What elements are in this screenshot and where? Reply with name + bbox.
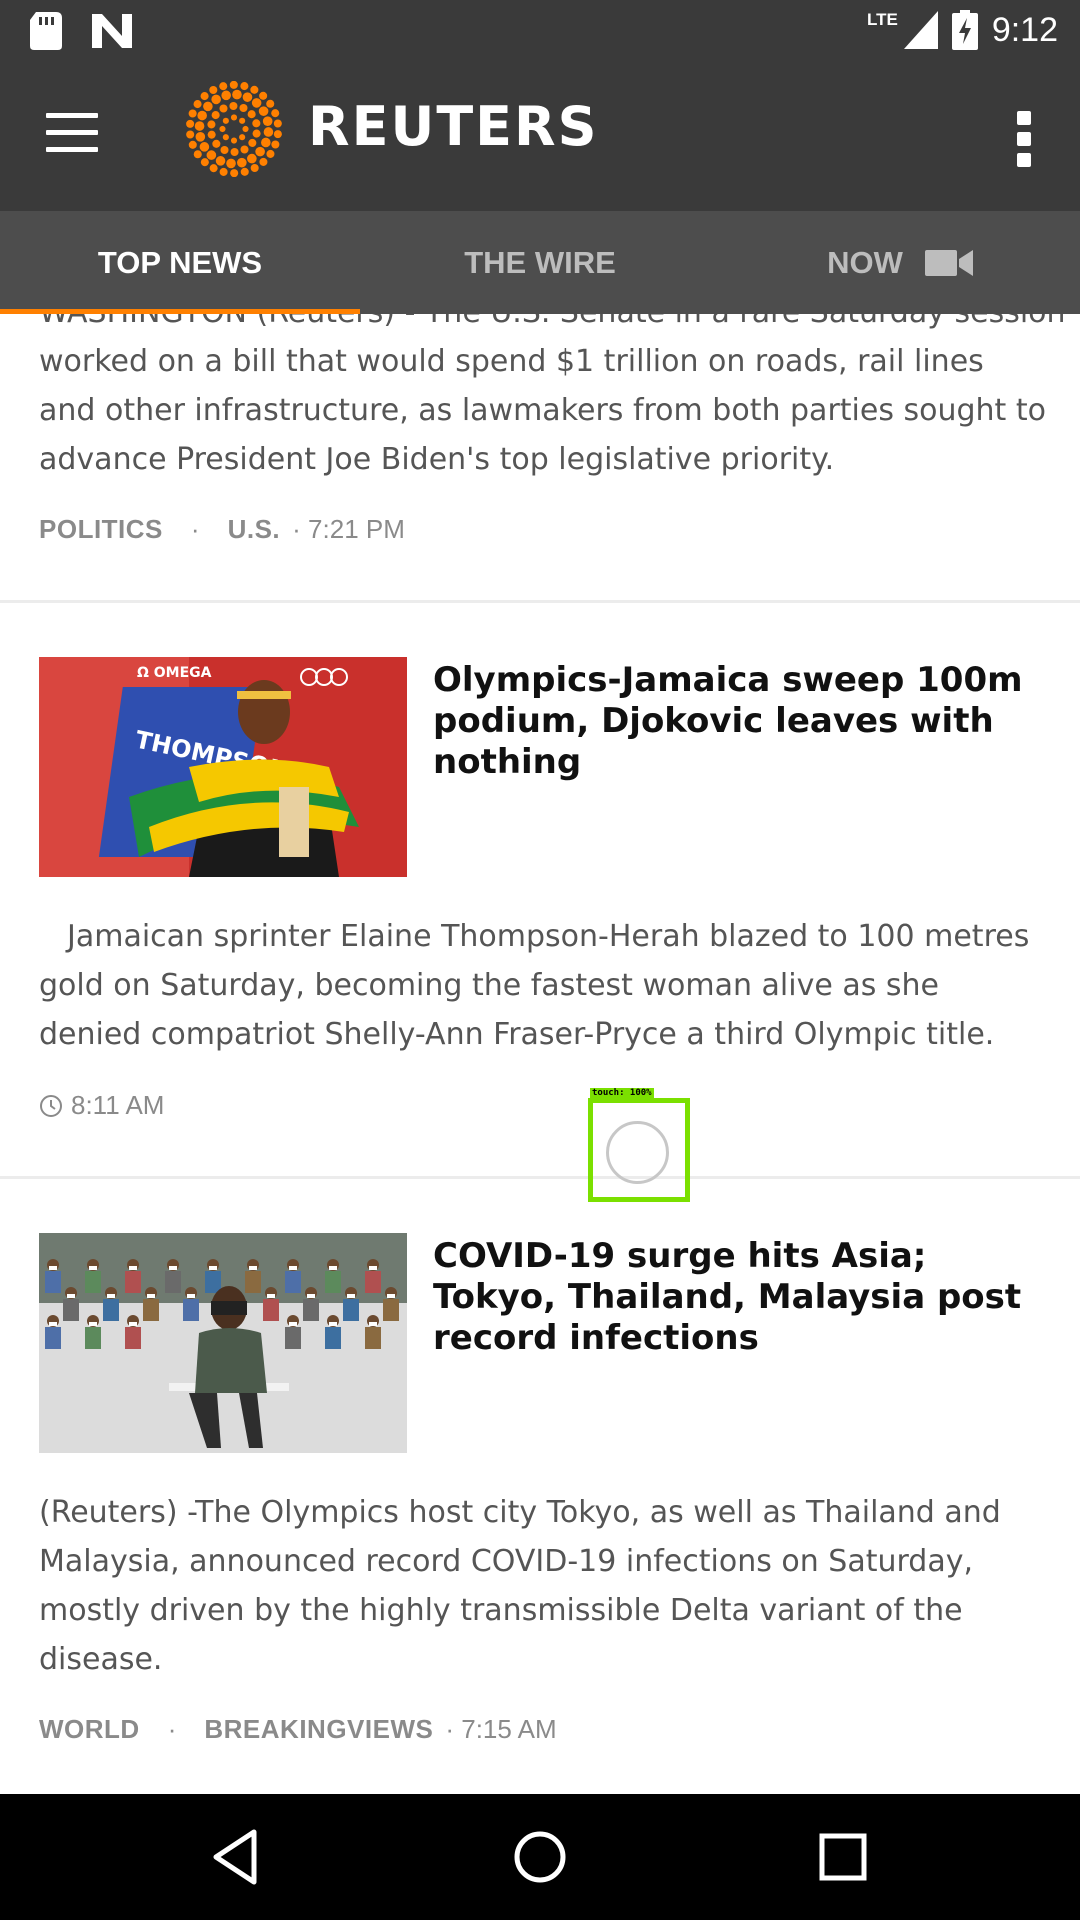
- article-headline[interactable]: Olympics-Jamaica sweep 100m podium, Djok…: [433, 660, 1043, 783]
- recents-icon[interactable]: [812, 1826, 874, 1888]
- tab-the-wire[interactable]: THE WIRE: [360, 211, 720, 314]
- article-meta: POLITICS · U.S. · 7:21 PM: [39, 514, 405, 545]
- sd-card-icon: [30, 12, 62, 50]
- divider: [0, 1176, 1080, 1179]
- divider: [0, 600, 1080, 603]
- article-partial-line: WASHINGTON (Reuters) - The U.S. Senate i…: [39, 314, 1066, 337]
- n-notification-icon: [92, 14, 132, 48]
- article-headline[interactable]: COVID-19 surge hits Asia; Tokyo, Thailan…: [433, 1236, 1043, 1359]
- image-banner-text: Ω OMEGA: [137, 665, 212, 681]
- hamburger-menu-icon[interactable]: [46, 113, 98, 153]
- clock: 9:12: [991, 10, 1058, 49]
- tab-now[interactable]: NOW: [720, 211, 1080, 314]
- status-bar: LTE 9:12: [0, 0, 1080, 63]
- news-feed[interactable]: WASHINGTON (Reuters) - The U.S. Senate i…: [0, 314, 1080, 1794]
- separator: ·: [167, 1714, 177, 1744]
- article-meta: WORLD · BREAKINGVIEWS · 7:15 AM: [39, 1714, 557, 1745]
- article-time: · 7:15 AM: [445, 1714, 557, 1744]
- network-type: LTE: [866, 10, 898, 29]
- signal-icon: [903, 11, 938, 49]
- article-thumbnail[interactable]: THOMPSON-H Ω OMEGA: [39, 657, 407, 877]
- battery-charging-icon: [951, 10, 978, 50]
- brand-wordmark: REUTERS: [308, 95, 599, 158]
- back-icon[interactable]: [206, 1826, 268, 1888]
- separator: ·: [190, 514, 200, 544]
- touch-indicator-circle: [606, 1121, 669, 1184]
- system-nav-bar: [0, 1794, 1080, 1920]
- tab-top-news[interactable]: TOP NEWS: [0, 211, 360, 314]
- category-link[interactable]: WORLD: [39, 1714, 140, 1745]
- tab-label: TOP NEWS: [97, 244, 263, 280]
- category-link[interactable]: BREAKINGVIEWS: [204, 1714, 433, 1745]
- article-summary: WASHINGTON (Reuters) - The U.S. Senate i…: [39, 314, 1066, 484]
- video-camera-icon: [924, 249, 973, 276]
- status-bar-left: [30, 12, 132, 50]
- article-time-value: 7:15 AM: [461, 1714, 557, 1744]
- article-meta: 8:11 AM: [39, 1090, 164, 1121]
- tab-label: THE WIRE: [464, 244, 616, 280]
- article-summary: (Reuters) -The Olympics host city Tokyo,…: [39, 1495, 1001, 1677]
- article-summary-text: worked on a bill that would spend $1 tri…: [39, 344, 1046, 477]
- home-icon[interactable]: [509, 1826, 571, 1888]
- article-time: 8:11 AM: [39, 1090, 164, 1121]
- category-link[interactable]: POLITICS: [39, 514, 163, 545]
- article-summary: Jamaican sprinter Elaine Thompson-Herah …: [39, 919, 1030, 1052]
- status-bar-right: LTE 9:12: [867, 10, 1058, 50]
- section-tabs: TOP NEWS THE WIRE NOW: [0, 211, 1080, 314]
- article-thumbnail[interactable]: [39, 1233, 407, 1453]
- overflow-menu-icon[interactable]: [1004, 111, 1044, 167]
- category-link[interactable]: U.S.: [228, 514, 281, 545]
- reuters-logo-icon: [186, 81, 282, 177]
- touch-indicator-label: touch: 100%: [590, 1088, 654, 1098]
- clock-icon: [40, 1094, 62, 1117]
- tab-label: NOW: [827, 244, 903, 280]
- article-time: · 7:21 PM: [292, 514, 405, 544]
- article-time-value: 7:21 PM: [308, 514, 405, 544]
- app-bar: REUTERS: [0, 63, 1080, 211]
- article-time-value: 8:11 AM: [71, 1090, 165, 1120]
